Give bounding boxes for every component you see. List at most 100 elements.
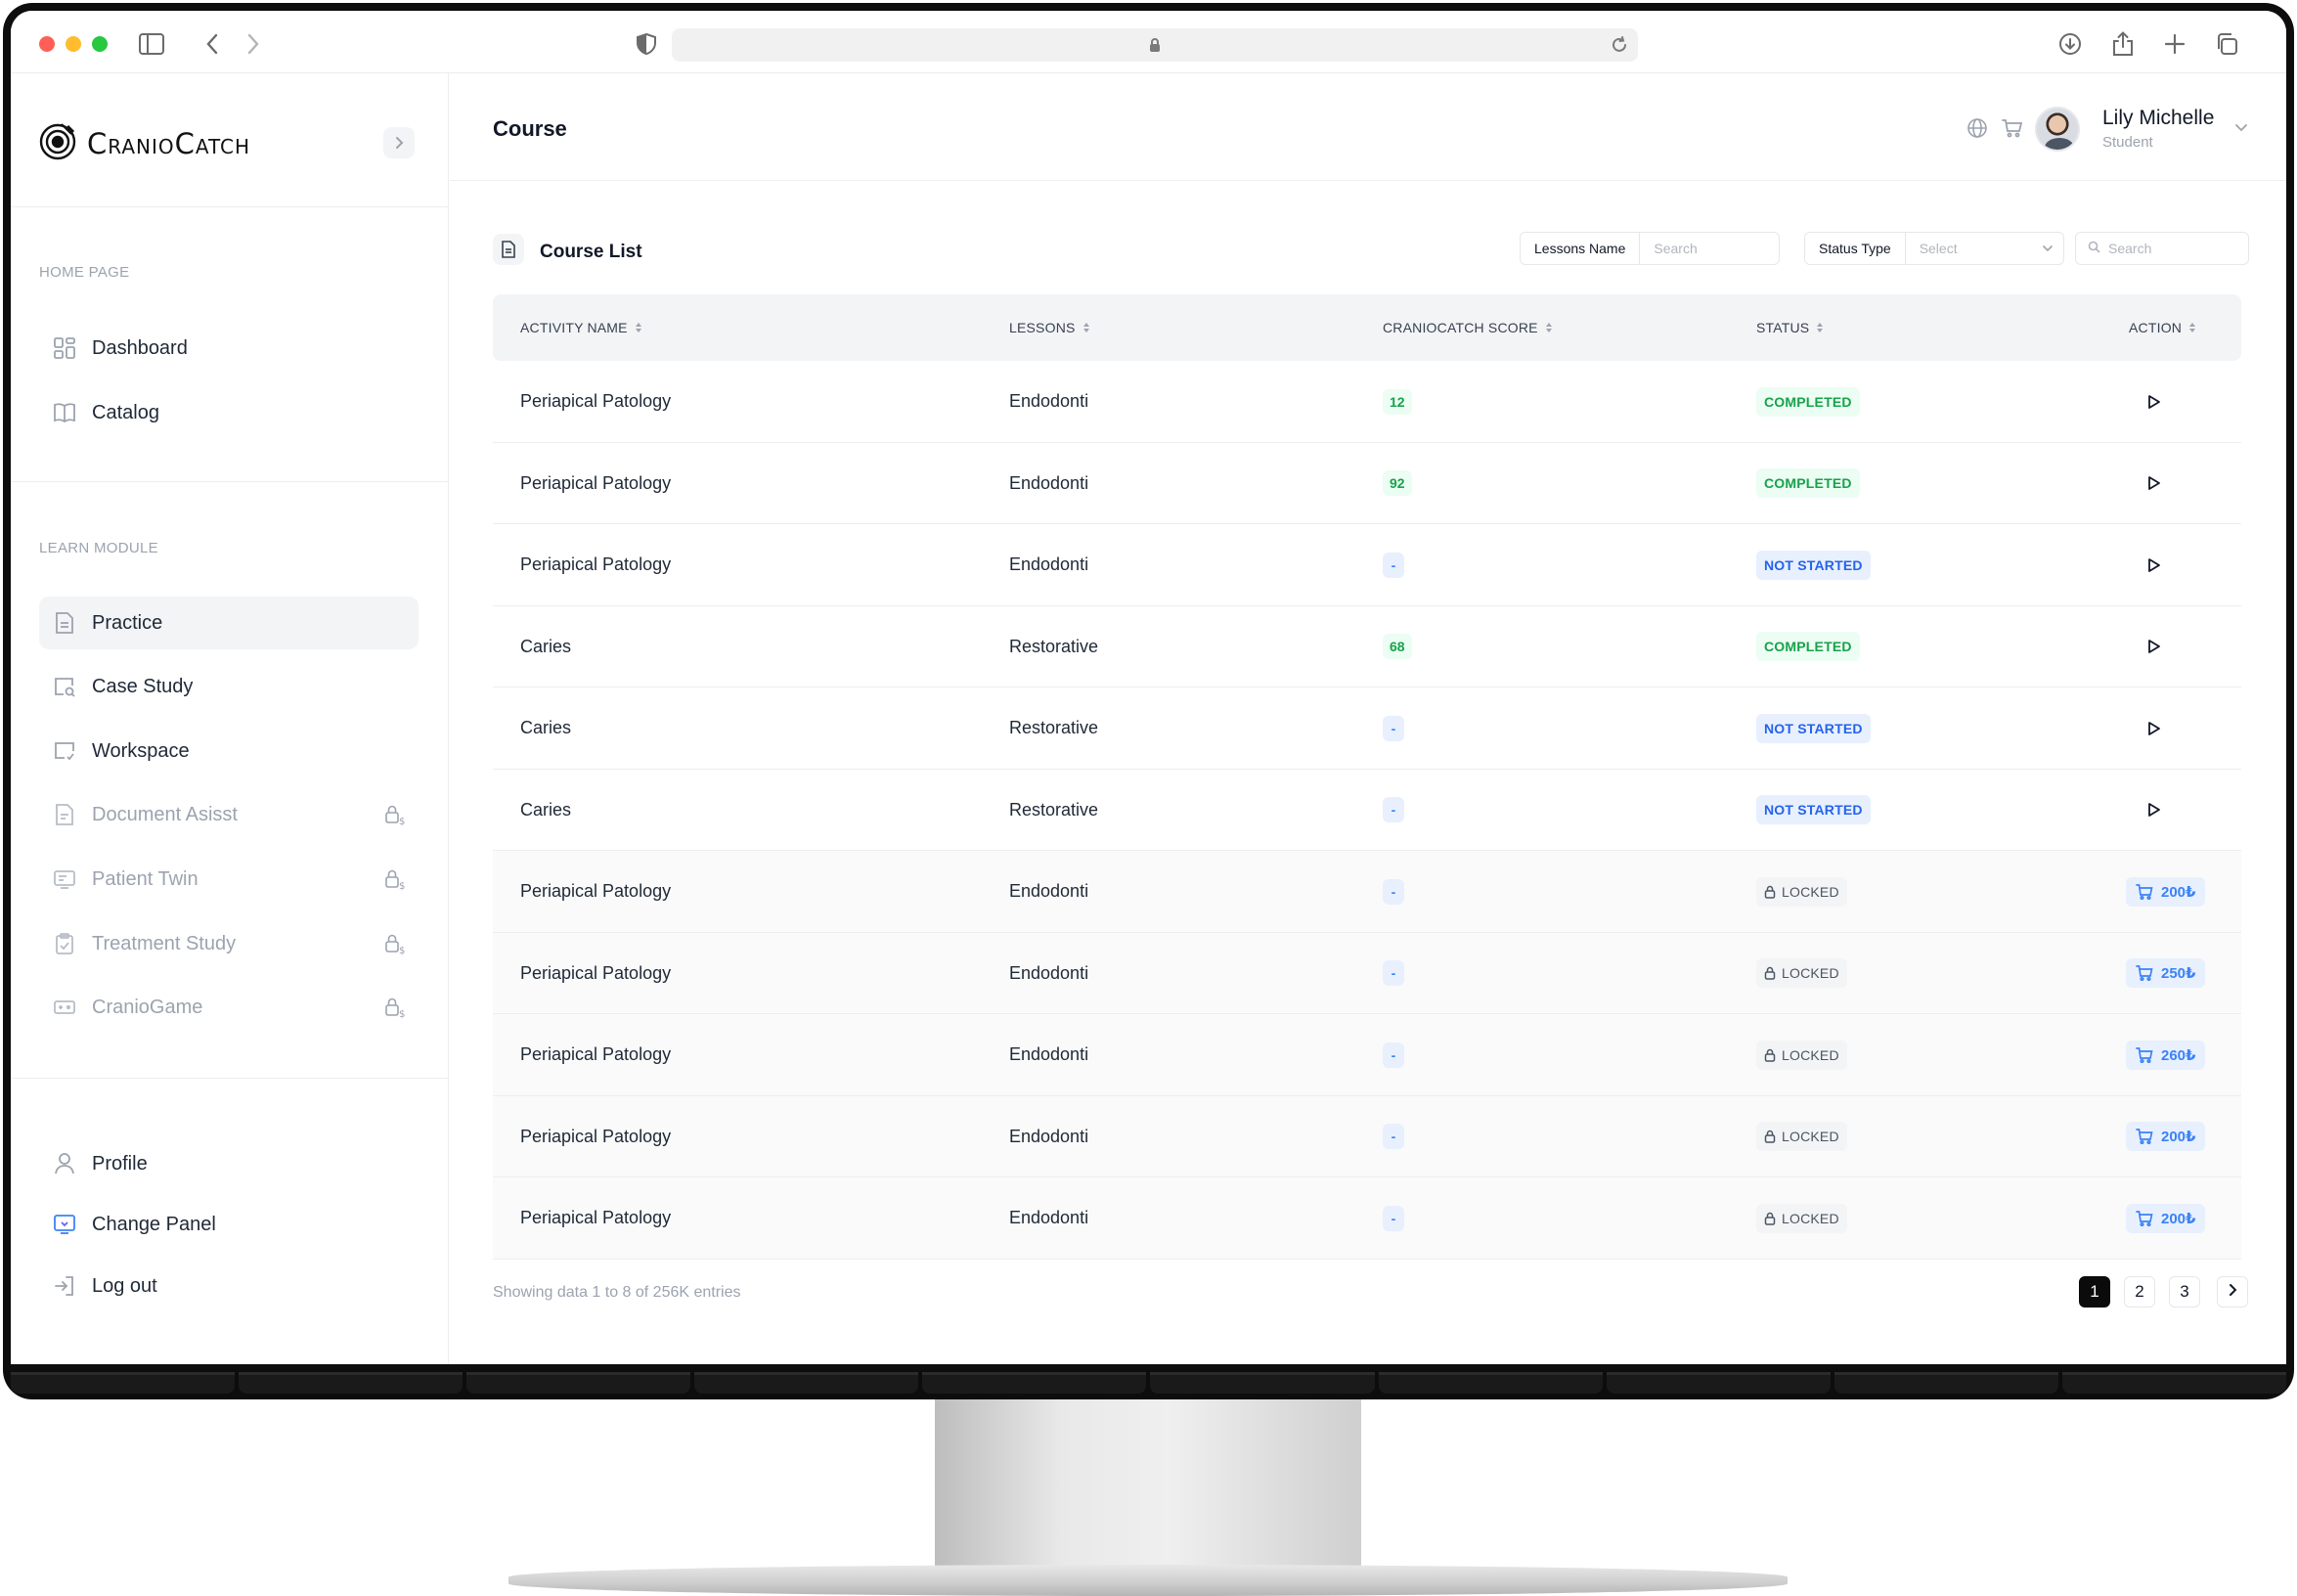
play-icon[interactable] — [2141, 470, 2166, 496]
maximize-window-button[interactable] — [92, 36, 108, 52]
shield-icon[interactable] — [633, 30, 660, 58]
chevron-down-icon[interactable] — [2042, 233, 2063, 264]
table-row: Caries Restorative - NOT STARTED — [493, 770, 2241, 851]
play-icon[interactable] — [2141, 553, 2166, 578]
collapse-sidebar-button[interactable] — [383, 127, 415, 158]
brand-logo[interactable]: CranioCatch — [38, 122, 250, 165]
sidebar-item-label: CranioGame — [92, 996, 203, 1018]
score-cell: - — [1383, 1177, 1404, 1259]
action-cell — [2129, 606, 2166, 687]
tabs-overview-icon[interactable] — [2213, 30, 2240, 58]
svg-text:$: $ — [399, 817, 405, 826]
sort-icon[interactable] — [2189, 323, 2196, 332]
page-button-1[interactable]: 1 — [2079, 1276, 2110, 1308]
action-cell: 200₺ — [2126, 1177, 2206, 1259]
case-study-icon — [53, 675, 76, 698]
sidebar-item-case-study[interactable]: Case Study — [39, 660, 419, 713]
buy-button[interactable]: 200₺ — [2126, 1203, 2206, 1233]
sidebar-item-dashboard[interactable]: Dashboard — [39, 322, 419, 375]
score-badge: 68 — [1383, 634, 1412, 659]
table-row: Periapical Patology Endodonti 12 COMPLETED — [493, 361, 2241, 443]
sort-icon[interactable] — [1082, 323, 1089, 332]
buy-button[interactable]: 260₺ — [2126, 1040, 2206, 1070]
page-button-3[interactable]: 3 — [2169, 1276, 2200, 1308]
minimize-window-button[interactable] — [66, 36, 81, 52]
status-cell: COMPLETED — [1756, 606, 1860, 687]
column-header-lessons[interactable]: LESSONS — [1009, 320, 1089, 335]
course-list-title: Course List — [540, 242, 642, 262]
play-icon[interactable] — [2141, 797, 2166, 822]
buy-button[interactable]: 200₺ — [2126, 1122, 2206, 1151]
back-icon[interactable] — [199, 30, 226, 58]
svg-text:$: $ — [399, 1009, 405, 1019]
reload-icon[interactable] — [1611, 36, 1628, 59]
sidebar-item-treatment-study[interactable]: Treatment Study $ — [39, 917, 419, 970]
buy-button[interactable]: 200₺ — [2126, 876, 2206, 907]
page-header: Course Lily Michelle Student — [450, 73, 2286, 181]
table-row: Periapical Patology Endodonti - LOCKED 200₺ — [493, 851, 2241, 933]
sidebar-divider — [11, 206, 449, 207]
forward-icon[interactable] — [240, 30, 267, 58]
activity-name-cell: Periapical Patology — [520, 554, 672, 574]
sidebar-item-catalog[interactable]: Catalog — [39, 386, 419, 439]
status-badge: COMPLETED — [1756, 386, 1860, 417]
sort-icon[interactable] — [635, 323, 641, 332]
lesson-cell: Endodonti — [1009, 554, 1089, 574]
download-icon[interactable] — [2056, 30, 2084, 58]
action-cell — [2129, 361, 2166, 442]
sidebar-item-workspace[interactable]: Workspace — [39, 725, 419, 777]
lock-icon — [1764, 1130, 1776, 1143]
status-cell: LOCKED — [1756, 1177, 1847, 1259]
play-icon[interactable] — [2141, 634, 2166, 659]
sidebar-item-profile[interactable]: Profile — [39, 1137, 419, 1190]
sidebar-item-log-out[interactable]: Log out — [39, 1260, 419, 1312]
cart-icon[interactable] — [2001, 116, 2024, 140]
play-icon[interactable] — [2141, 389, 2166, 415]
status-badge: COMPLETED — [1756, 632, 1860, 661]
table-row: Periapical Patology Endodonti - LOCKED 200₺ — [493, 1177, 2241, 1260]
play-icon[interactable] — [2141, 716, 2166, 741]
lessons-name-label: Lessons Name — [1521, 233, 1641, 264]
sidebar-item-practice[interactable]: Practice — [39, 597, 419, 649]
close-window-button[interactable] — [39, 36, 55, 52]
table-body: Periapical Patology Endodonti 12 COMPLETED P… — [493, 361, 2241, 1260]
score-badge: - — [1383, 1205, 1404, 1231]
lessons-name-input[interactable]: Search — [1640, 233, 1779, 264]
globe-icon[interactable] — [1966, 116, 1989, 140]
sidebar-item-label: Patient Twin — [92, 867, 199, 890]
sidebar-item-craniogame[interactable]: CranioGame $ — [39, 981, 419, 1034]
status-type-select[interactable]: Select — [1906, 233, 2042, 264]
column-header-score[interactable]: CRANIOCATCH SCORE — [1383, 320, 1552, 335]
user-role: Student — [2102, 134, 2153, 151]
user-name[interactable]: Lily Michelle — [2102, 107, 2214, 130]
activity-name-cell: Periapical Patology — [520, 472, 672, 493]
buy-button[interactable]: 250₺ — [2126, 958, 2206, 988]
share-icon[interactable] — [2109, 30, 2137, 58]
sort-icon[interactable] — [1817, 323, 1824, 332]
price-label: 250₺ — [2161, 965, 2196, 982]
sidebar-toggle-icon[interactable] — [138, 30, 165, 58]
score-badge: - — [1383, 552, 1404, 578]
avatar[interactable] — [2035, 107, 2080, 152]
sidebar-item-document-asisst[interactable]: Document Asisst $ — [39, 788, 419, 841]
sidebar-item-change-panel[interactable]: Change Panel — [39, 1198, 419, 1251]
status-cell: LOCKED — [1756, 851, 1847, 932]
sort-icon[interactable] — [1545, 323, 1552, 332]
search-input[interactable]: Search — [2075, 232, 2249, 265]
new-tab-icon[interactable] — [2161, 30, 2188, 58]
page-button-2[interactable]: 2 — [2124, 1276, 2155, 1308]
sidebar-item-label: Catalog — [92, 401, 159, 423]
column-header-action[interactable]: ACTION — [2129, 320, 2196, 335]
sidebar-item-patient-twin[interactable]: Patient Twin $ — [39, 853, 419, 906]
activity-name-cell: Caries — [520, 718, 572, 737]
address-bar[interactable] — [672, 28, 1638, 62]
next-page-button[interactable] — [2217, 1276, 2248, 1308]
price-label: 260₺ — [2161, 1046, 2196, 1064]
column-header-status[interactable]: STATUS — [1756, 320, 1824, 335]
column-header-activity-name[interactable]: ACTIVITY NAME — [520, 320, 641, 335]
logout-icon — [53, 1274, 76, 1298]
cart-icon — [2136, 1210, 2153, 1226]
sidebar-divider — [11, 1078, 449, 1079]
chevron-down-icon[interactable] — [2232, 118, 2250, 136]
status-cell: NOT STARTED — [1756, 687, 1871, 769]
